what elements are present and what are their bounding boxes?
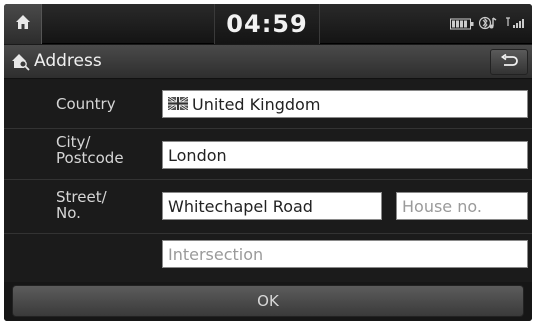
address-form: Country United Kingdom City/ Postcode Lo… (4, 80, 532, 282)
uk-flag-icon (167, 95, 189, 114)
battery-icon (450, 15, 474, 34)
house-number-placeholder: House no. (402, 196, 482, 216)
footer: OK (4, 282, 532, 321)
clock-area: 04:59 (214, 4, 320, 44)
city-value: London (168, 145, 227, 165)
country-label: Country (56, 95, 116, 113)
clock: 04:59 (226, 10, 308, 38)
city-label-line2: Postcode (56, 149, 124, 167)
status-icons (450, 15, 526, 33)
country-row: Country United Kingdom (4, 80, 532, 129)
home-icon (14, 13, 32, 35)
city-field[interactable]: London (162, 141, 528, 169)
intersection-row: Intersection (4, 234, 532, 282)
house-number-field[interactable]: House no. (396, 192, 528, 220)
home-search-icon (11, 53, 31, 75)
back-arrow-icon (500, 53, 518, 72)
bluetooth-audio-icon (478, 15, 499, 34)
country-field[interactable]: United Kingdom (162, 90, 528, 118)
city-row: City/ Postcode London (4, 129, 532, 180)
head-unit-display: 04:59 Address Country United Kingdom Cit… (4, 4, 532, 321)
ok-button[interactable]: OK (12, 285, 524, 317)
title-bar: Address (4, 45, 532, 79)
street-value: Whitechapel Road (168, 196, 313, 216)
country-value: United Kingdom (192, 94, 321, 114)
screen: 04:59 Address Country United Kingdom Cit… (0, 0, 536, 325)
street-label-line2: No. (56, 204, 81, 222)
signal-icon (504, 15, 526, 34)
page-title: Address (34, 51, 102, 71)
intersection-placeholder: Intersection (168, 244, 264, 264)
status-bar: 04:59 (4, 4, 532, 44)
city-label-line1: City/ (56, 133, 91, 151)
intersection-field[interactable]: Intersection (162, 240, 528, 268)
home-button[interactable] (4, 4, 42, 44)
street-label-line1: Street/ (56, 188, 107, 206)
street-row: Street/ No. Whitechapel Road House no. (4, 180, 532, 234)
street-field[interactable]: Whitechapel Road (162, 192, 382, 220)
back-button[interactable] (490, 49, 528, 75)
